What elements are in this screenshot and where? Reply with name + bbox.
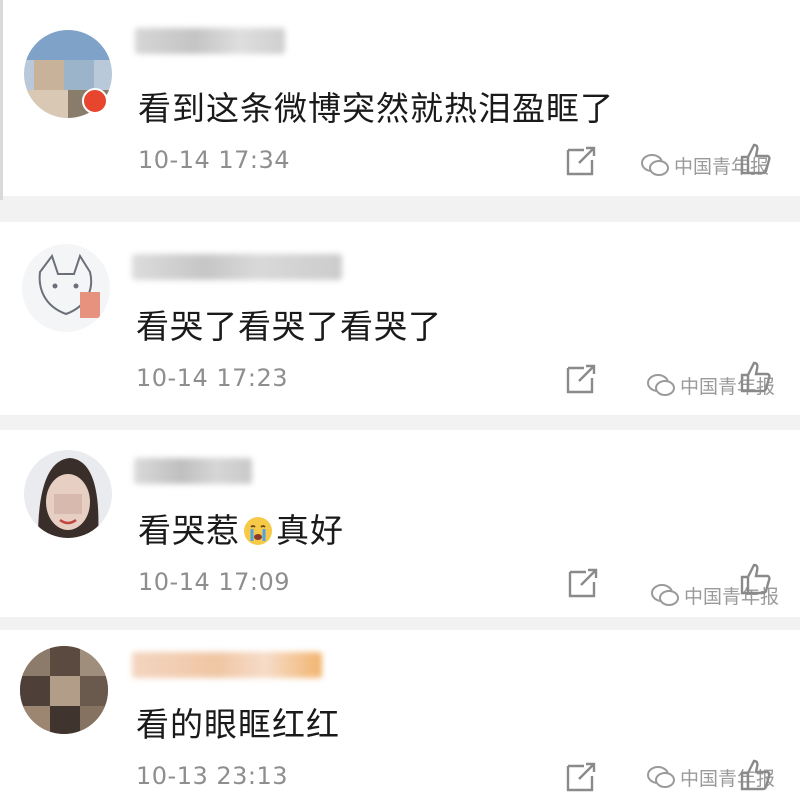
wechat-icon: [650, 583, 680, 607]
left-edge-divider: [0, 0, 3, 200]
avatar[interactable]: [20, 646, 108, 734]
username-blurred[interactable]: [132, 254, 342, 280]
comment-timestamp: 10-13 23:13: [136, 762, 289, 790]
thumbs-up-icon[interactable]: [738, 562, 772, 596]
thumbs-up-icon[interactable]: [738, 758, 772, 792]
avatar[interactable]: [22, 244, 110, 332]
comment-text-after: 真好: [276, 511, 344, 550]
thumbs-up-icon[interactable]: [738, 360, 772, 394]
repost-icon[interactable]: [564, 760, 598, 794]
repost-icon[interactable]: [566, 566, 600, 600]
avatar-image: [20, 646, 108, 734]
wechat-icon: [646, 765, 676, 789]
username-blurred[interactable]: [135, 28, 285, 54]
comment-item: 看哭惹 真好 10-14 17:09 中国青年报: [0, 430, 800, 617]
comment-timestamp: 10-14 17:34: [138, 146, 291, 174]
repost-icon[interactable]: [564, 144, 598, 178]
comment-list: 看到这条微博突然就热泪盈眶了 10-14 17:34 中国青年报 看哭了看哭了看…: [0, 0, 800, 811]
comment-text: 看哭惹 真好: [138, 504, 344, 552]
comment-item: 看哭了看哭了看哭了 10-14 17:23 中国青年报: [0, 222, 800, 415]
comment-text: 看哭了看哭了看哭了: [136, 307, 442, 346]
username-blurred[interactable]: [132, 652, 322, 678]
wechat-icon: [640, 153, 670, 177]
avatar-image: [24, 450, 112, 538]
comment-item: 看的眼眶红红 10-13 23:13 中国青年报: [0, 630, 800, 811]
wechat-icon: [646, 373, 676, 397]
thumbs-up-icon[interactable]: [738, 142, 772, 176]
verified-badge-icon: [82, 88, 108, 114]
comment-item: 看到这条微博突然就热泪盈眶了 10-14 17:34 中国青年报: [0, 0, 800, 196]
comment-timestamp: 10-14 17:09: [138, 568, 291, 596]
comment-text: 看到这条微博突然就热泪盈眶了: [138, 89, 614, 128]
comment-timestamp: 10-14 17:23: [136, 364, 289, 392]
repost-icon[interactable]: [564, 362, 598, 396]
crying-face-icon: [244, 517, 272, 545]
avatar[interactable]: [24, 450, 112, 538]
comment-text: 看的眼眶红红: [136, 705, 340, 744]
username-blurred[interactable]: [134, 458, 252, 484]
comment-text-before: 看哭惹: [138, 511, 240, 550]
avatar-image: [22, 244, 110, 332]
